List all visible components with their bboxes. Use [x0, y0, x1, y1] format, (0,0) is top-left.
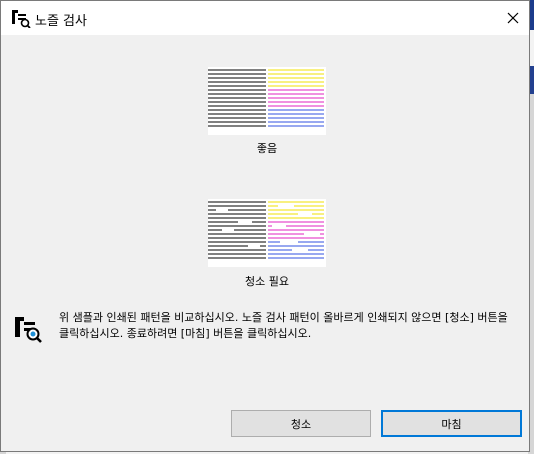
bad-nozzle-pattern-image — [208, 199, 326, 267]
good-nozzle-pattern-image — [208, 67, 326, 135]
info-printer-icon — [11, 311, 45, 345]
close-icon — [507, 12, 519, 24]
nozzle-check-dialog: 노즐 검사 좋음 청소 필요 위 샘플과 인쇄된 패턴을 비교하십시오. 노즐 … — [0, 0, 530, 452]
good-pattern-caption: 좋음 — [256, 142, 278, 155]
close-button[interactable] — [499, 5, 527, 31]
clean-button[interactable]: 청소 — [231, 410, 371, 437]
title-bar: 노즐 검사 — [1, 1, 529, 35]
instruction-message: 위 샘플과 인쇄된 패턴을 비교하십시오. 노즐 검사 패턴이 올바르게 인쇄되… — [59, 311, 508, 340]
nozzle-check-printer-icon — [9, 8, 31, 29]
finish-button[interactable]: 마침 — [381, 410, 522, 437]
bad-pattern-caption: 청소 필요 — [245, 275, 289, 288]
window-title: 노즐 검사 — [35, 14, 87, 29]
